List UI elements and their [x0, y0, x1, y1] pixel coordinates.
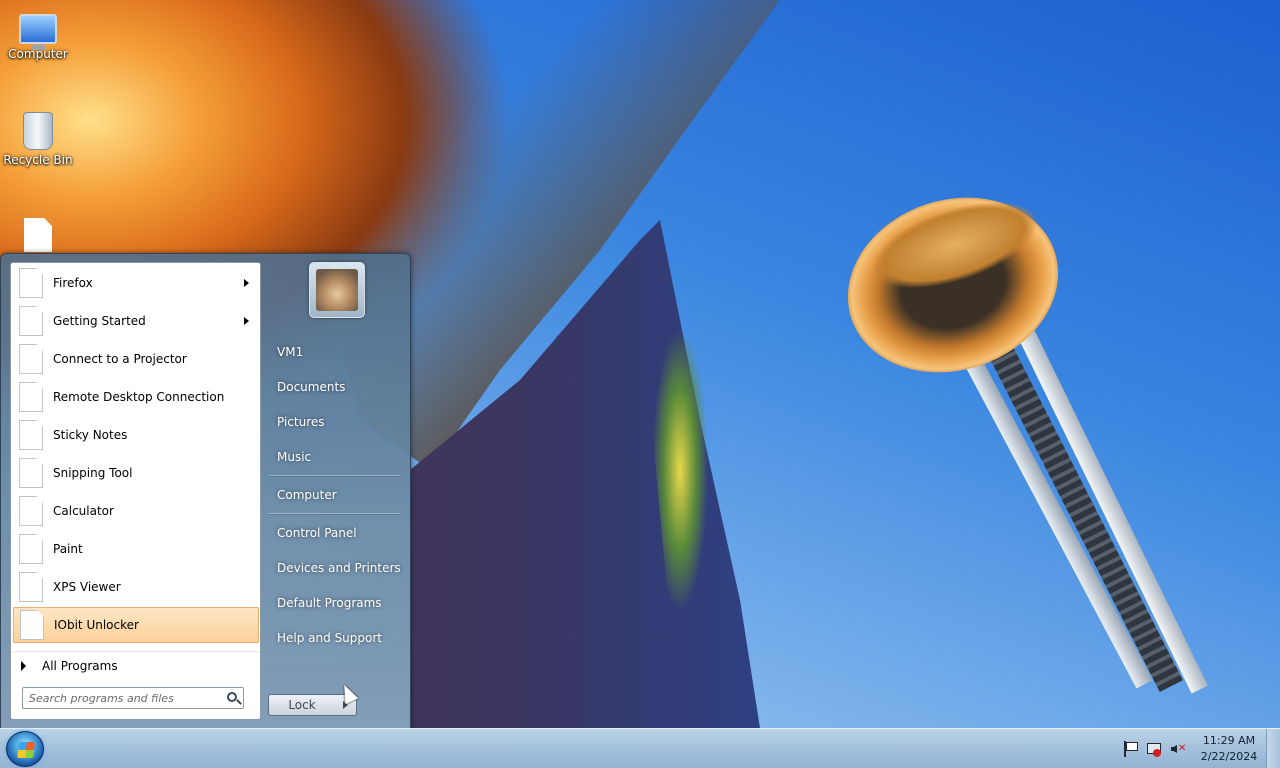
program-label: Getting Started	[53, 314, 146, 328]
program-item-paint[interactable]: Paint	[13, 531, 259, 567]
program-file-icon	[20, 610, 44, 640]
program-label: Calculator	[53, 504, 114, 518]
place-help-and-support[interactable]: Help and Support	[269, 624, 405, 652]
search-icon[interactable]	[227, 692, 237, 702]
place-music[interactable]: Music	[269, 443, 405, 471]
program-file-icon	[19, 496, 43, 526]
clock-time: 11:29 AM	[1202, 734, 1256, 747]
place-control-panel[interactable]: Control Panel	[269, 519, 405, 547]
user-account-picture[interactable]	[309, 262, 365, 318]
desktop-icon-computer[interactable]: Computer	[0, 8, 76, 61]
program-item-calculator[interactable]: Calculator	[13, 493, 259, 529]
place-computer[interactable]: Computer	[269, 481, 405, 509]
taskbar: 11:29 AM 2/22/2024	[0, 728, 1280, 768]
program-item-remote-desktop-connection[interactable]: Remote Desktop Connection	[13, 379, 259, 415]
expand-arrow-icon	[21, 660, 26, 671]
start-search-box[interactable]	[22, 687, 244, 709]
desktop-icon-label: Recycle Bin	[3, 153, 73, 167]
program-file-icon	[19, 458, 43, 488]
start-menu-programs-pane: Firefox Getting Started Connect to a Pro…	[10, 262, 261, 720]
computer-icon	[19, 14, 57, 50]
program-file-icon	[19, 572, 43, 602]
program-label: Sticky Notes	[53, 428, 128, 442]
volume-muted-icon[interactable]	[1170, 741, 1186, 757]
program-file-icon	[19, 306, 43, 336]
place-default-programs[interactable]: Default Programs	[269, 589, 405, 617]
taskbar-clock[interactable]: 11:29 AM 2/22/2024	[1196, 733, 1262, 765]
program-item-snipping-tool[interactable]: Snipping Tool	[13, 455, 259, 491]
program-item-xps-viewer[interactable]: XPS Viewer	[13, 569, 259, 605]
show-desktop-button[interactable]	[1266, 729, 1280, 768]
program-item-iobit-unlocker[interactable]: IObit Unlocker	[13, 607, 259, 643]
start-menu: Firefox Getting Started Connect to a Pro…	[0, 253, 411, 729]
submenu-arrow-icon	[244, 317, 249, 325]
place-devices-and-printers[interactable]: Devices and Printers	[269, 554, 405, 582]
places-divider	[269, 475, 401, 476]
program-item-sticky-notes[interactable]: Sticky Notes	[13, 417, 259, 453]
program-item-getting-started[interactable]: Getting Started	[13, 303, 259, 339]
program-file-icon	[19, 344, 43, 374]
program-label: Connect to a Projector	[53, 352, 187, 366]
place-user-folder[interactable]: VM1	[269, 338, 405, 366]
program-file-icon	[19, 382, 43, 412]
network-error-icon[interactable]	[1146, 741, 1162, 757]
all-programs-button[interactable]: All Programs	[13, 651, 259, 679]
place-documents[interactable]: Documents	[269, 373, 405, 401]
desktop-icon-recycle-bin[interactable]: Recycle Bin	[0, 112, 76, 167]
clock-date: 2/22/2024	[1200, 750, 1258, 763]
program-label: Firefox	[53, 276, 93, 290]
search-input[interactable]	[23, 688, 219, 708]
program-label: Remote Desktop Connection	[53, 390, 225, 404]
start-menu-places-pane: VM1 Documents Pictures Music Computer Co…	[263, 262, 409, 722]
action-center-flag-icon[interactable]	[1122, 741, 1138, 757]
program-item-connect-to-a-projector[interactable]: Connect to a Projector	[13, 341, 259, 377]
submenu-arrow-icon	[244, 279, 249, 287]
program-label: Snipping Tool	[53, 466, 133, 480]
program-file-icon	[19, 420, 43, 450]
places-divider	[269, 513, 401, 514]
place-pictures[interactable]: Pictures	[269, 408, 405, 436]
program-file-icon	[19, 534, 43, 564]
start-button[interactable]	[6, 731, 44, 767]
file-icon	[24, 218, 52, 252]
windows-logo-icon	[17, 742, 35, 758]
avatar	[316, 269, 358, 311]
program-label: Paint	[53, 542, 83, 556]
recycle-bin-icon	[23, 112, 53, 150]
program-file-icon	[19, 268, 43, 298]
program-label: XPS Viewer	[53, 580, 121, 594]
all-programs-label: All Programs	[42, 658, 118, 673]
program-label: IObit Unlocker	[54, 618, 139, 632]
lock-button[interactable]: Lock	[268, 694, 336, 716]
desktop-icon-file[interactable]	[0, 218, 76, 255]
program-item-firefox[interactable]: Firefox	[13, 265, 259, 301]
